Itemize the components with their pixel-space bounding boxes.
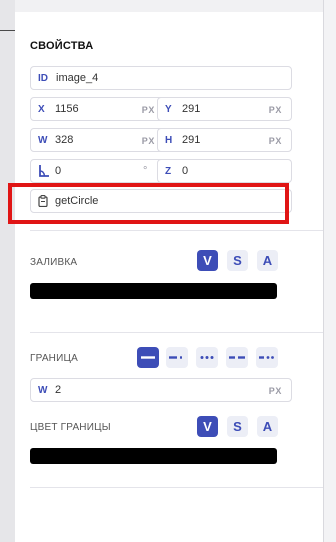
fill-mode-a-button[interactable]: A <box>257 250 278 271</box>
fill-label: ЗАЛИВКА <box>30 257 78 268</box>
border-mode-v-button[interactable]: V <box>197 416 218 437</box>
border-width-unit: PX <box>268 386 282 396</box>
height-unit: PX <box>268 136 282 146</box>
height-prefix: H <box>165 135 173 146</box>
left-panel-edge <box>0 0 15 542</box>
border-width-prefix: W <box>38 385 48 396</box>
id-prefix: ID <box>38 73 48 84</box>
border-style-dashed-button[interactable] <box>226 347 248 368</box>
angle-icon <box>38 164 50 181</box>
section-divider <box>30 332 323 333</box>
border-style-solid-button[interactable] <box>137 347 159 368</box>
fill-mode-s-button[interactable]: S <box>227 250 248 271</box>
height-value: 291 <box>182 134 201 146</box>
border-style-dash-dot-button[interactable] <box>166 347 188 368</box>
section-title: СВОЙСТВА <box>30 40 94 52</box>
height-field[interactable]: H 291 PX <box>157 128 292 152</box>
width-unit: PX <box>141 136 155 146</box>
x-field[interactable]: X 1156 PX <box>30 97 165 121</box>
x-unit: PX <box>141 105 155 115</box>
width-value: 328 <box>55 134 74 146</box>
y-prefix: Y <box>165 104 172 115</box>
y-field[interactable]: Y 291 PX <box>157 97 292 121</box>
fill-mode-v-button[interactable]: V <box>197 250 218 271</box>
section-divider <box>30 487 323 488</box>
z-field[interactable]: Z 0 <box>157 159 292 183</box>
border-color-label: ЦВЕТ ГРАНИЦЫ <box>30 422 111 433</box>
border-color-swatch[interactable] <box>30 448 277 464</box>
border-mode-s-button[interactable]: S <box>227 416 248 437</box>
x-value: 1156 <box>55 103 79 115</box>
scrollbar-track[interactable] <box>324 0 336 542</box>
left-edge-divider <box>0 30 15 31</box>
border-width-field[interactable]: W 2 PX <box>30 378 292 402</box>
rotation-value: 0 <box>55 165 62 177</box>
z-value: 0 <box>182 165 189 177</box>
border-width-value: 2 <box>55 384 62 396</box>
id-value: image_4 <box>56 72 99 84</box>
x-prefix: X <box>38 104 45 115</box>
top-spacer <box>15 0 323 12</box>
rotation-field[interactable]: 0 ° <box>30 159 165 183</box>
border-mode-a-button[interactable]: A <box>257 416 278 437</box>
properties-panel: СВОЙСТВА ID image_4 X 1156 PX Y 291 PX W… <box>15 12 323 542</box>
z-prefix: Z <box>165 166 172 177</box>
border-style-dash-dot-dot-button[interactable] <box>256 347 278 368</box>
y-value: 291 <box>182 103 201 115</box>
selection-highlight <box>8 183 289 224</box>
border-label: ГРАНИЦА <box>30 353 78 364</box>
fill-color-swatch[interactable] <box>30 283 277 299</box>
width-prefix: W <box>38 135 48 146</box>
panel-border <box>323 0 324 542</box>
y-unit: PX <box>268 105 282 115</box>
id-field[interactable]: ID image_4 <box>30 66 292 90</box>
section-divider <box>30 230 323 231</box>
border-style-dotted-button[interactable] <box>196 347 218 368</box>
width-field[interactable]: W 328 PX <box>30 128 165 152</box>
rotation-unit: ° <box>143 165 148 177</box>
